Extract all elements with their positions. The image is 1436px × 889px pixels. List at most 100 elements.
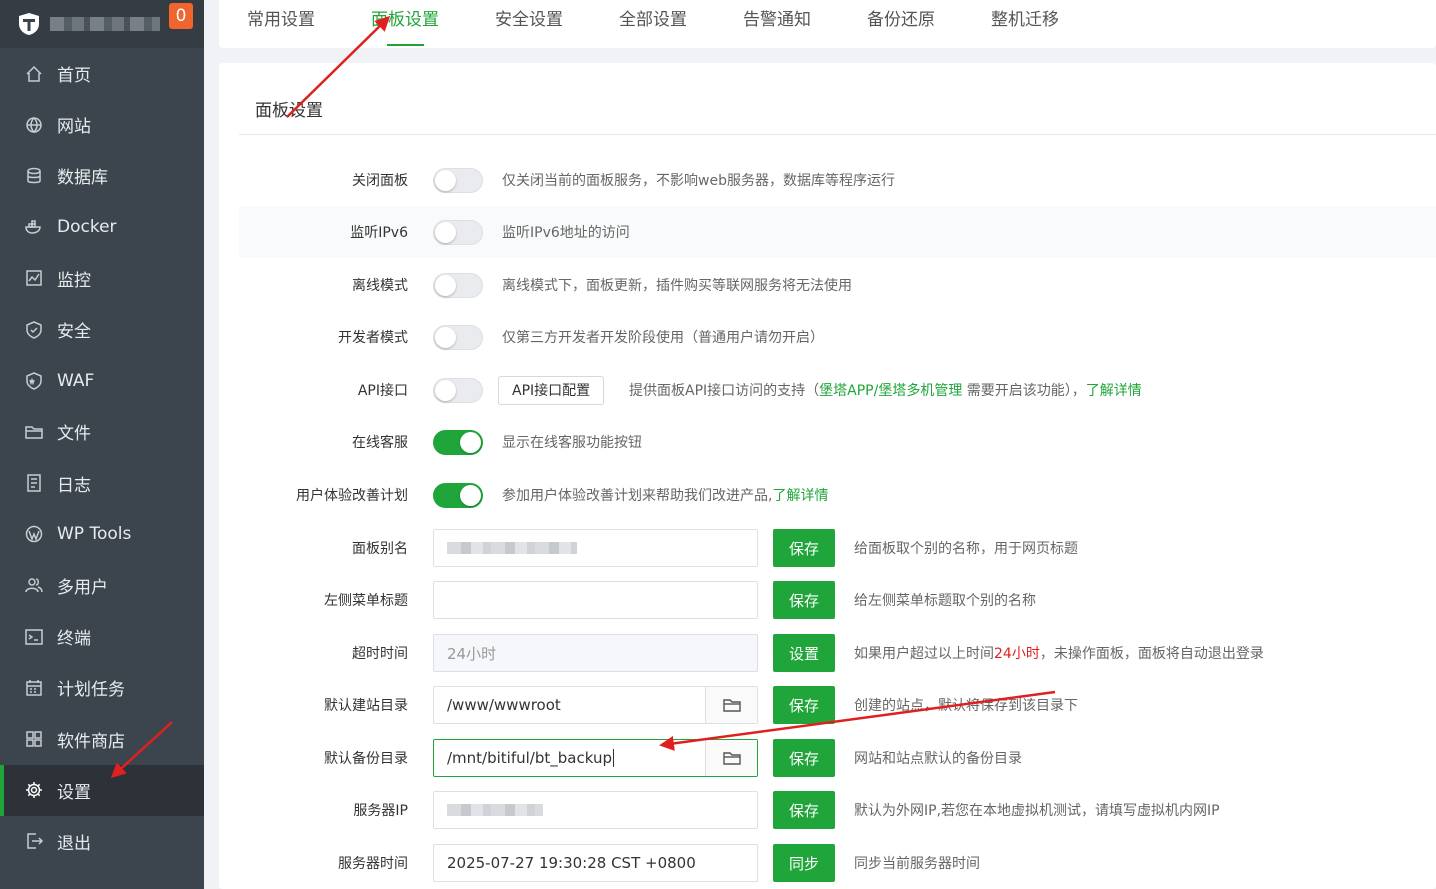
sidebar-item-label: 多用户 bbox=[57, 577, 108, 598]
sync-time-button[interactable]: 同步 bbox=[773, 844, 835, 882]
row-api: API接口 API接口配置 提供面板API接口访问的支持（堡塔APP/堡塔多机管… bbox=[239, 364, 1436, 416]
row-timeout: 超时时间 24小时 设置 如果用户超过以上时间24小时，未操作面板，面板将自动退… bbox=[239, 627, 1436, 679]
sidebar-item-database[interactable]: 数据库 bbox=[0, 150, 204, 201]
save-backup-dir-button[interactable]: 保存 bbox=[773, 739, 835, 777]
row-desc: 给左侧菜单标题取个别的名称 bbox=[854, 593, 1036, 609]
set-timeout-button[interactable]: 设置 bbox=[773, 634, 835, 672]
section-divider bbox=[239, 134, 1436, 135]
site-dir-input[interactable]: /www/wwwroot bbox=[433, 686, 758, 724]
folder-icon bbox=[722, 752, 741, 765]
row-desc: 显示在线客服功能按钮 bbox=[502, 435, 642, 451]
backup-dir-input[interactable]: /mnt/bitiful/bt_backup bbox=[433, 739, 758, 777]
users-icon bbox=[24, 575, 44, 595]
tab-6[interactable]: 整机迁移 bbox=[991, 0, 1059, 48]
bt-app-link[interactable]: 堡塔APP/ bbox=[819, 383, 878, 399]
row-label: API接口 bbox=[357, 383, 408, 399]
row-desc: 创建的站点，默认将保存到该目录下 bbox=[854, 698, 1078, 714]
save-site-dir-button[interactable]: 保存 bbox=[773, 686, 835, 724]
gear-icon bbox=[24, 780, 44, 800]
sidebar-item-apps[interactable]: 软件商店 bbox=[0, 713, 204, 764]
row-label: 监听IPv6 bbox=[350, 225, 408, 241]
api-config-button[interactable]: API接口配置 bbox=[498, 375, 605, 405]
tab-4[interactable]: 告警通知 bbox=[743, 0, 811, 48]
row-label: 用户体验改善计划 bbox=[296, 488, 408, 504]
hostname-blurred bbox=[50, 17, 160, 31]
row-server-time: 服务器时间 2025-07-27 19:30:28 CST +0800 同步 同… bbox=[239, 837, 1436, 889]
row-ux-plan: 用户体验改善计划 参加用户体验改善计划来帮助我们改进产品,了解详情 bbox=[239, 469, 1436, 521]
globe-icon bbox=[24, 115, 44, 135]
row-desc: 如果用户超过以上时间24小时，未操作面板，面板将自动退出登录 bbox=[854, 643, 1264, 663]
terminal-icon bbox=[24, 627, 44, 647]
sidebar-item-gear[interactable]: 设置 bbox=[0, 764, 204, 817]
home-icon bbox=[24, 64, 44, 84]
tab-2[interactable]: 安全设置 bbox=[495, 0, 563, 48]
row-label: 服务器IP bbox=[353, 803, 408, 819]
logo-bar: 0 bbox=[0, 0, 204, 48]
sidebar-item-users[interactable]: 多用户 bbox=[0, 560, 204, 611]
online-service-toggle[interactable] bbox=[433, 429, 483, 455]
save-alias-button[interactable]: 保存 bbox=[773, 529, 835, 567]
ux-plan-toggle[interactable] bbox=[433, 482, 483, 508]
tab-0[interactable]: 常用设置 bbox=[247, 0, 315, 48]
learn-more-link[interactable]: 了解详情 bbox=[1086, 383, 1142, 399]
sidebar-item-globe[interactable]: 网站 bbox=[0, 99, 204, 150]
sidebar-item-waf[interactable]: WAF bbox=[0, 355, 204, 406]
sidebar-item-folder[interactable]: 文件 bbox=[0, 406, 204, 457]
row-offline-mode: 离线模式 离线模式下，面板更新，插件购买等联网服务将无法使用 bbox=[239, 259, 1436, 311]
sidebar-item-log[interactable]: 日志 bbox=[0, 458, 204, 509]
redacted-value bbox=[447, 804, 543, 816]
developer-mode-toggle[interactable] bbox=[433, 324, 483, 350]
sidebar-item-calendar[interactable]: 计划任务 bbox=[0, 662, 204, 713]
folder-picker-button[interactable] bbox=[705, 740, 757, 776]
sidebar-item-label: 首页 bbox=[57, 66, 91, 87]
redacted-value bbox=[447, 542, 577, 554]
desc-text: 需要开启该功能）， bbox=[962, 383, 1086, 399]
sidebar-item-monitor[interactable]: 监控 bbox=[0, 253, 204, 304]
sidebar-item-logout[interactable]: 退出 bbox=[0, 816, 204, 867]
database-icon bbox=[24, 166, 44, 186]
close-panel-toggle[interactable] bbox=[433, 167, 483, 193]
sidebar-item-label: 设置 bbox=[57, 782, 91, 803]
folder-picker-button[interactable] bbox=[705, 687, 757, 723]
docker-icon bbox=[24, 217, 44, 237]
save-menu-title-button[interactable]: 保存 bbox=[773, 581, 835, 619]
row-menu-title: 左侧菜单标题 保存 给左侧菜单标题取个别的名称 bbox=[239, 574, 1436, 626]
tab-3[interactable]: 全部设置 bbox=[619, 0, 687, 48]
server-ip-input[interactable] bbox=[433, 791, 758, 829]
sidebar-item-label: 软件商店 bbox=[57, 731, 125, 752]
api-toggle[interactable] bbox=[433, 377, 483, 403]
tab-5[interactable]: 备份还原 bbox=[867, 0, 935, 48]
menu-title-input[interactable] bbox=[433, 581, 758, 619]
desc-text: 参加用户体验改善计划来帮助我们改进产品, bbox=[502, 488, 773, 504]
ipv6-toggle[interactable] bbox=[433, 219, 483, 245]
timeout-highlight: 24小时 bbox=[994, 646, 1040, 662]
sidebar-item-home[interactable]: 首页 bbox=[0, 48, 204, 99]
monitor-icon bbox=[24, 268, 44, 288]
desc-text: 如果用户超过以上时间 bbox=[854, 646, 994, 662]
panel-alias-input[interactable] bbox=[433, 529, 758, 567]
sidebar-item-wordpress[interactable]: WP Tools bbox=[0, 509, 204, 560]
row-label: 默认建站目录 bbox=[324, 698, 408, 714]
section-title: 面板设置 bbox=[255, 101, 323, 121]
sidebar-item-label: WAF bbox=[57, 370, 95, 391]
sidebar-item-shield[interactable]: 安全 bbox=[0, 304, 204, 355]
save-server-ip-button[interactable]: 保存 bbox=[773, 791, 835, 829]
row-label: 离线模式 bbox=[352, 278, 408, 294]
row-desc: 监听IPv6地址的访问 bbox=[502, 225, 630, 241]
offline-mode-toggle[interactable] bbox=[433, 272, 483, 298]
sidebar-nav: 首页网站 数据库 Docker 监控 安全 WAF 文件 日志 WP Tools 多用户终端 计划任… bbox=[0, 48, 204, 867]
sidebar-item-docker[interactable]: Docker bbox=[0, 202, 204, 253]
text-caret bbox=[612, 749, 614, 767]
learn-more-link[interactable]: 了解详情 bbox=[772, 488, 828, 504]
bt-multi-link[interactable]: 堡塔多机管理 bbox=[878, 383, 962, 399]
sidebar-item-terminal[interactable]: 终端 bbox=[0, 611, 204, 662]
log-icon bbox=[24, 473, 44, 493]
tab-1[interactable]: 面板设置 bbox=[371, 0, 439, 48]
folder-icon bbox=[24, 422, 44, 442]
folder-icon bbox=[722, 699, 741, 712]
row-label: 关闭面板 bbox=[352, 173, 408, 189]
server-time-input[interactable]: 2025-07-27 19:30:28 CST +0800 bbox=[433, 844, 758, 882]
calendar-icon bbox=[24, 678, 44, 698]
timeout-input[interactable]: 24小时 bbox=[433, 634, 758, 672]
notification-badge[interactable]: 0 bbox=[169, 3, 193, 29]
